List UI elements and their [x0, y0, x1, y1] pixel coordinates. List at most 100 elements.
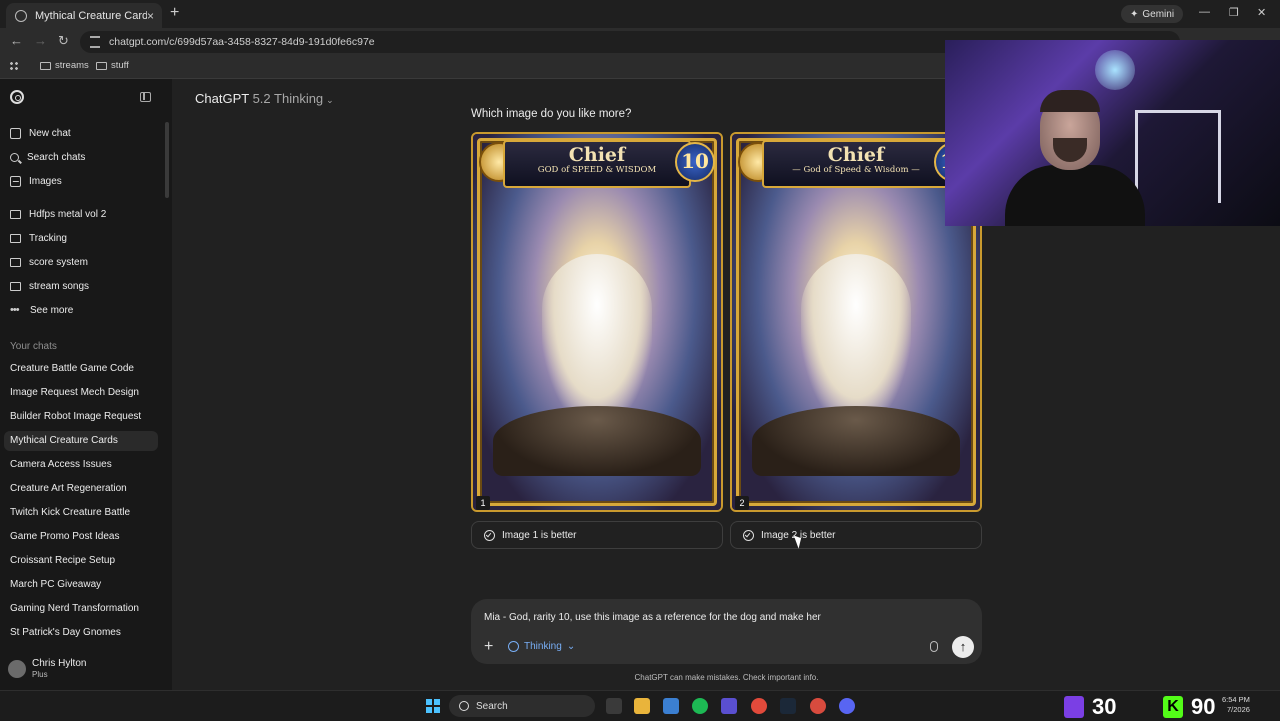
twitch-count: 30 — [1092, 694, 1117, 719]
twitch-icon — [1064, 696, 1084, 718]
windows-start-icon[interactable] — [426, 699, 440, 713]
background-chair — [1135, 110, 1221, 203]
disclaimer-row: ChatGPT can make mistakes. Check importa… — [0, 673, 1280, 682]
chat-item[interactable]: Image Request Mech Design — [10, 383, 139, 403]
apps-grid-icon[interactable] — [9, 61, 19, 71]
task-view-icon[interactable] — [606, 698, 622, 714]
twitch-counter: 30 — [1064, 694, 1116, 720]
card-name: Chief — [827, 144, 885, 166]
sidebar-item-search-chats[interactable]: Search chats — [10, 147, 85, 167]
browser-tab-bar: Mythical Creature Cards × + ✦ Gemini — ❐… — [0, 0, 1280, 28]
spotify-icon[interactable] — [692, 698, 708, 714]
tab-title: Mythical Creature Cards — [35, 9, 147, 22]
new-tab-button[interactable]: + — [170, 4, 179, 22]
image-icon — [10, 175, 21, 187]
send-button[interactable]: ↑ — [952, 636, 974, 658]
card-banner: Chief — God of Speed & Wisdom — — [762, 140, 950, 188]
model-selector[interactable]: ChatGPT 5.2 Thinking ⌄ — [195, 91, 334, 106]
card-name: Chief — [568, 144, 626, 166]
site-settings-icon[interactable] — [90, 36, 100, 48]
sidebar-toggle-icon[interactable] — [140, 92, 151, 102]
webcam-overlay — [945, 40, 1280, 226]
sidebar-item-new-chat[interactable]: New chat — [10, 123, 71, 143]
sidebar-project[interactable]: stream songs — [10, 276, 89, 296]
minimize-button[interactable]: — — [1199, 6, 1210, 18]
kick-count: 90 — [1191, 694, 1216, 719]
chat-item[interactable]: St Patrick's Day Gnomes — [10, 623, 121, 643]
discord-icon[interactable] — [839, 698, 855, 714]
sidebar-scrollbar[interactable] — [165, 122, 169, 198]
steam-icon[interactable] — [780, 698, 796, 714]
sidebar-project[interactable]: Tracking — [10, 228, 67, 248]
search-icon — [459, 701, 469, 711]
chat-item-active[interactable]: Mythical Creature Cards — [4, 431, 158, 451]
taskbar-search[interactable]: Search — [449, 695, 595, 717]
browser-tab[interactable]: Mythical Creature Cards × — [6, 3, 162, 28]
check-circle-icon — [484, 529, 495, 541]
project-label: stream songs — [29, 280, 90, 292]
card-banner: Chief GOD of SPEED & WISDOM — [503, 140, 691, 188]
folder-icon — [10, 209, 21, 219]
chevron-down-icon: ⌄ — [566, 641, 576, 652]
chat-item[interactable]: Twitch Kick Creature Battle — [10, 503, 130, 523]
file-explorer-icon[interactable] — [634, 698, 650, 714]
image-2-better-button[interactable]: Image 2 is better — [730, 521, 982, 549]
streamer-body — [1005, 165, 1145, 226]
bookmark-streams[interactable]: streams — [40, 60, 89, 71]
reload-icon[interactable]: ↻ — [58, 33, 69, 49]
chat-item[interactable]: March PC Giveaway — [10, 575, 101, 595]
see-more-button[interactable]: ••• See more — [10, 300, 73, 320]
project-label: score system — [29, 256, 88, 268]
chrome-active-icon[interactable] — [810, 698, 826, 714]
sidebar-item-label: New chat — [29, 127, 71, 139]
windows-taskbar: Search 30 K 90 6:54 PM 7/2026 — [0, 690, 1280, 721]
message-input[interactable]: Mia - God, rarity 10, use this image as … — [484, 612, 968, 623]
chat-item[interactable]: Croissant Recipe Setup — [10, 551, 115, 571]
image-1-better-button[interactable]: Image 1 is better — [471, 521, 723, 549]
image-number-badge: 1 — [476, 496, 490, 510]
sidebar-item-label: Images — [29, 175, 62, 187]
chat-item[interactable]: Game Promo Post Ideas — [10, 527, 120, 547]
chat-item[interactable]: Builder Robot Image Request — [10, 407, 141, 427]
bookmark-label: streams — [55, 60, 89, 71]
check-circle-icon — [743, 529, 754, 541]
chat-item[interactable]: Camera Access Issues — [10, 455, 112, 475]
card-frame — [477, 138, 717, 506]
notepad-icon[interactable] — [663, 698, 679, 714]
gemini-button[interactable]: ✦ Gemini — [1121, 5, 1184, 23]
hudfx-icon[interactable] — [721, 698, 737, 714]
back-icon[interactable]: ← — [10, 33, 23, 48]
user-name: Chris Hylton — [32, 658, 87, 669]
microphone-icon[interactable] — [930, 641, 938, 652]
image-option-1[interactable]: Chief GOD of SPEED & WISDOM 10 1 — [471, 132, 723, 512]
sidebar-item-label: Search chats — [27, 151, 86, 163]
folder-icon — [10, 257, 21, 267]
chrome-icon[interactable] — [751, 698, 767, 714]
image-number-badge: 2 — [735, 496, 749, 510]
message-composer: Mia - God, rarity 10, use this image as … — [471, 599, 982, 664]
thinking-mode-selector[interactable]: Thinking ⌄ — [508, 641, 575, 652]
your-chats-heading: Your chats — [10, 341, 57, 352]
taskbar-search-label: Search — [476, 700, 508, 712]
maximize-button[interactable]: ❐ — [1229, 6, 1239, 19]
chat-item[interactable]: Creature Art Regeneration — [10, 479, 127, 499]
chat-item[interactable]: Creature Battle Game Code — [10, 359, 134, 379]
search-icon — [10, 152, 19, 162]
chat-item[interactable]: Gaming Nerd Transformation — [10, 599, 139, 619]
close-tab-icon[interactable]: × — [147, 9, 154, 23]
ceiling-light — [1095, 50, 1135, 90]
close-window-button[interactable]: ✕ — [1257, 6, 1266, 19]
see-more-label: See more — [30, 304, 74, 316]
add-attachment-button[interactable]: + — [484, 638, 493, 656]
forward-icon[interactable]: → — [34, 33, 47, 48]
project-label: Hdfps metal vol 2 — [29, 208, 107, 220]
sidebar-project[interactable]: score system — [10, 252, 88, 272]
kick-counter: K 90 — [1163, 694, 1215, 720]
sidebar-project[interactable]: Hdfps metal vol 2 — [10, 204, 106, 224]
sidebar-item-images[interactable]: Images — [10, 171, 62, 191]
sidebar: New chat Search chats Images Hdfps metal… — [0, 79, 172, 690]
bookmark-stuff[interactable]: stuff — [96, 60, 129, 71]
system-clock[interactable]: 6:54 PM 7/2026 — [1222, 695, 1250, 715]
chatgpt-favicon-icon — [15, 9, 27, 22]
openai-logo-icon[interactable] — [10, 90, 24, 104]
